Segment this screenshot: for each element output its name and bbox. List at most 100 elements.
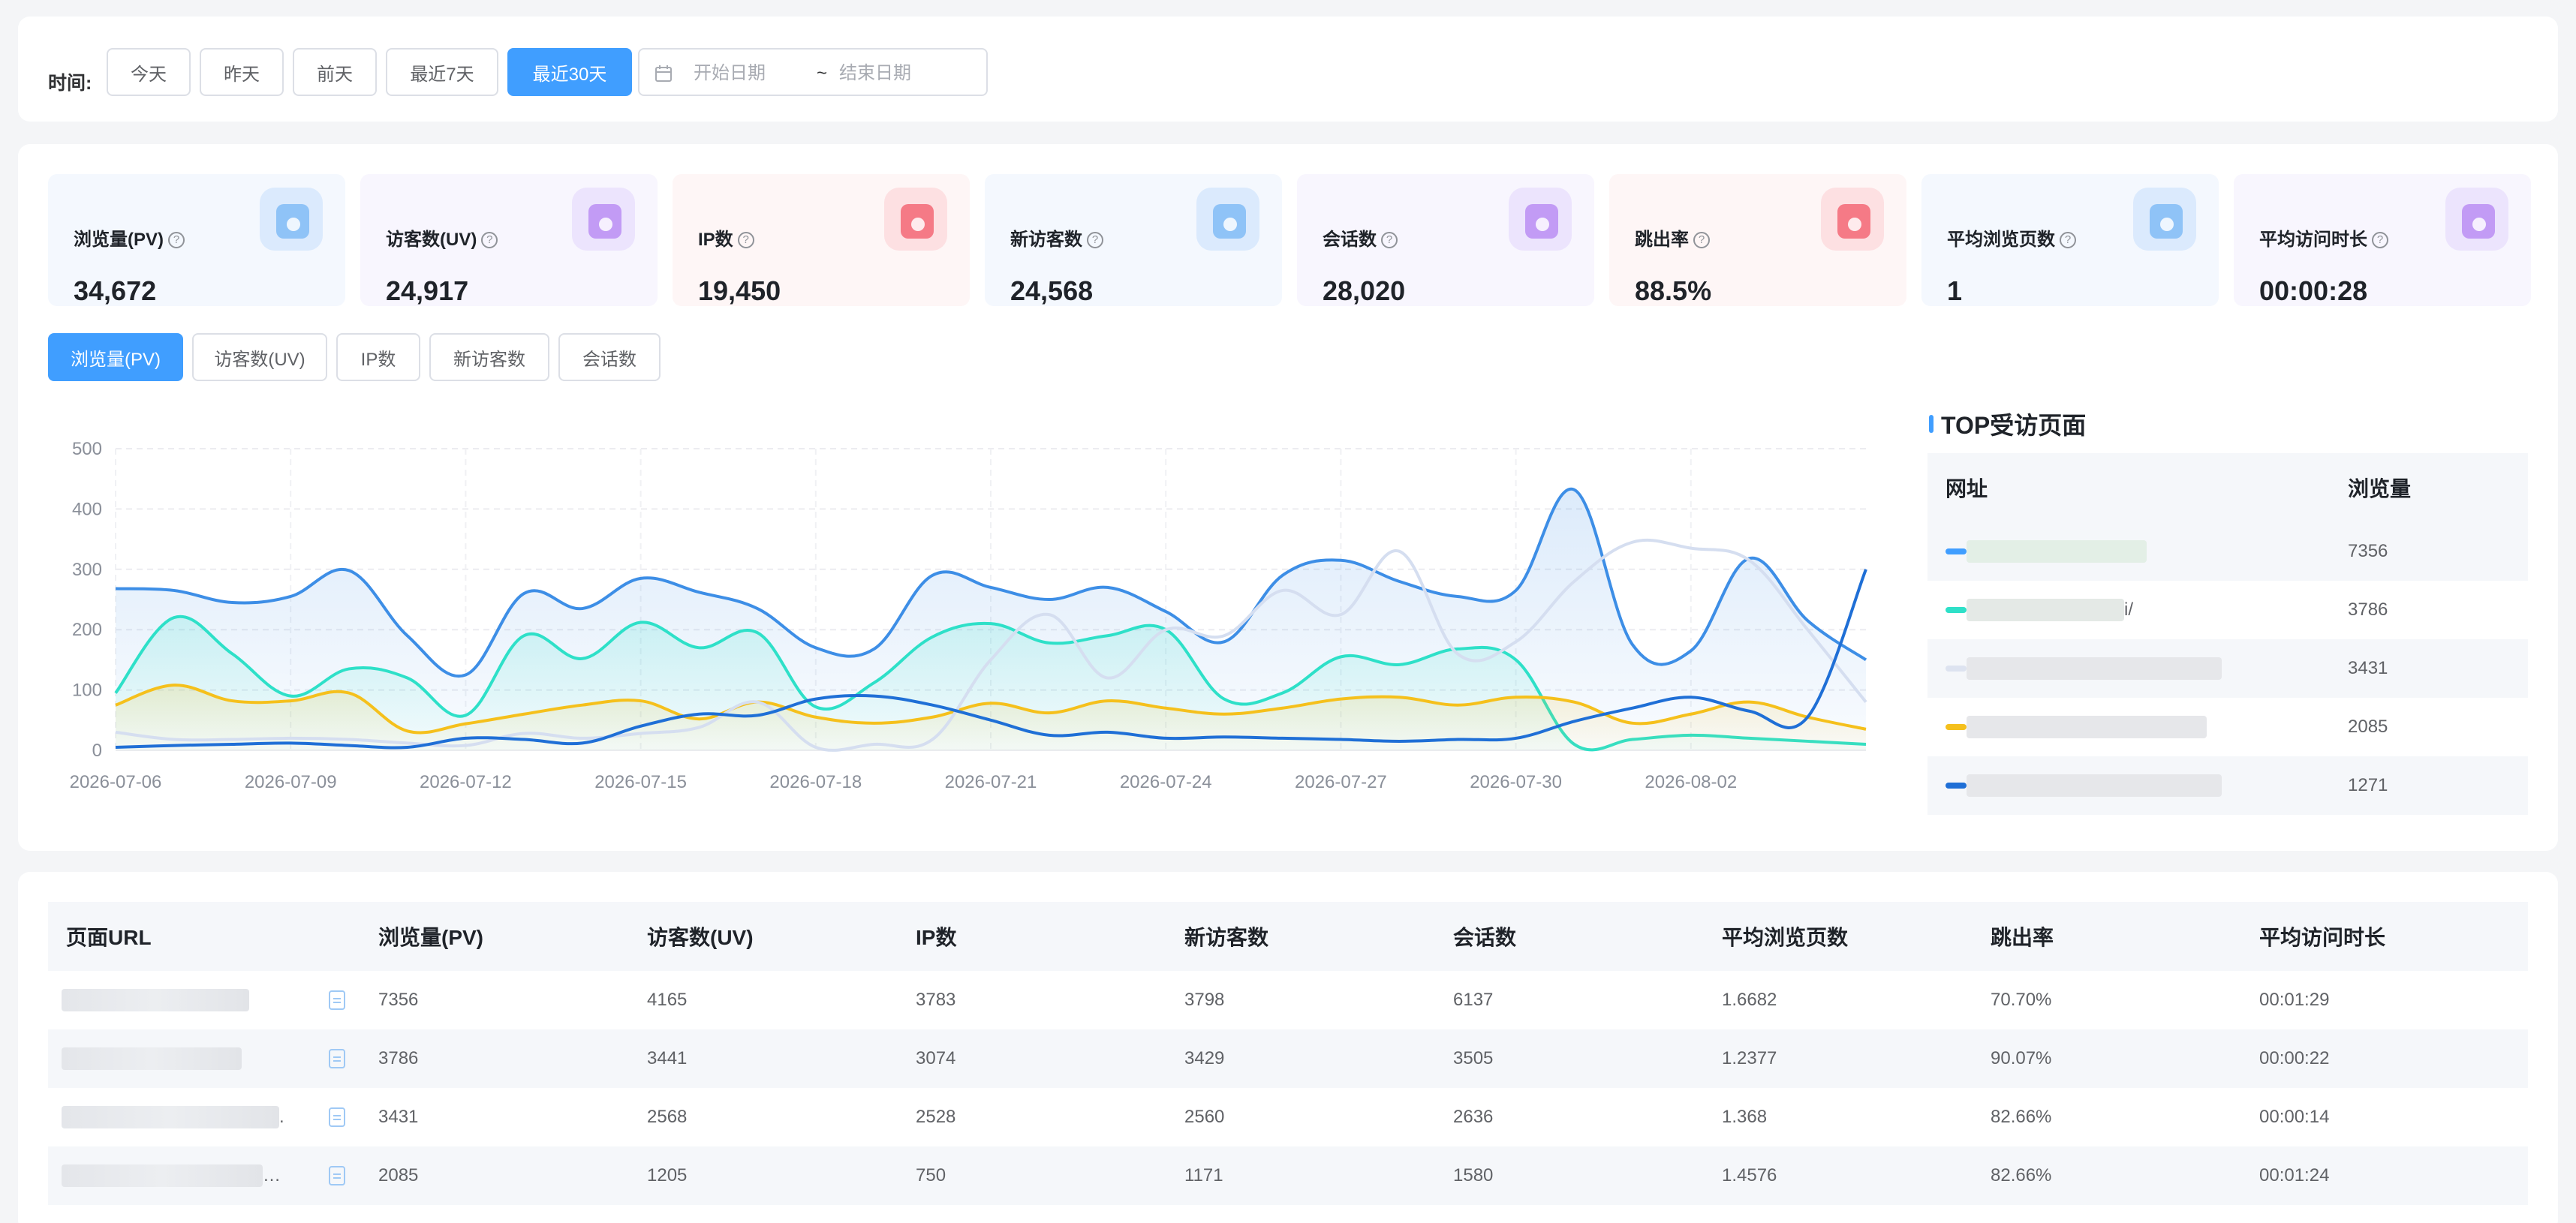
data-point-4: [348, 745, 349, 746]
top-page-row[interactable]: 1271: [1927, 756, 2528, 815]
y-tick-label: 300: [72, 560, 102, 580]
x-tick-label: 2026-08-02: [1645, 772, 1737, 792]
page-url-cell[interactable]: [48, 971, 378, 1029]
top-page-row[interactable]: i/3786: [1927, 581, 2528, 639]
metric-value: 00:00:28: [2259, 275, 2368, 306]
cell-uv: 1205: [647, 1165, 688, 1185]
day-before-button[interactable]: 前天: [293, 48, 377, 96]
data-point-2: [1515, 697, 1516, 698]
document-icon[interactable]: [329, 990, 345, 1010]
table-row[interactable]: . 3431 2568 2528 2560 2636 1.368 82.66% 00:00:14: [48, 1088, 2528, 1146]
cell-avg-pages: 1.368: [1722, 1107, 1768, 1127]
date-range-picker[interactable]: 开始日期 ~ 结束日期: [638, 48, 988, 96]
redacted-url: [62, 1106, 279, 1128]
column-header-ip: IP数: [916, 926, 957, 949]
metric-card-avg-pages: 平均浏览页数? 1: [1921, 174, 2219, 306]
data-point-1: [465, 715, 466, 716]
help-icon[interactable]: ?: [2060, 232, 2076, 248]
redacted-url: [1967, 599, 2124, 621]
redacted-url: [62, 1164, 263, 1187]
today-button[interactable]: 今天: [107, 48, 191, 96]
x-tick-label: 2026-07-09: [245, 772, 337, 792]
table-row[interactable]: … 2085 1205 750 1171 1580 1.4576 82.66% 00:01:24: [48, 1146, 2528, 1205]
start-date-input[interactable]: 开始日期: [694, 65, 766, 83]
top-pages-table: 网址 浏览量 7356 i/3786 3431 2085 1271: [1927, 453, 2528, 815]
data-point-3: [232, 739, 233, 740]
metric-icon-glyph: [2472, 218, 2486, 231]
redacted-url: [62, 1047, 242, 1070]
metric-card-avg-duration: 平均访问时长? 00:00:28: [2234, 174, 2531, 306]
column-header-new-visitors: 新访客数: [1184, 926, 1269, 949]
last-7-days-button[interactable]: 最近7天: [386, 48, 498, 96]
document-icon[interactable]: [329, 1166, 345, 1185]
metric-icon: [2445, 188, 2508, 251]
cell-sessions: 3505: [1453, 1048, 1494, 1068]
top-page-url[interactable]: [1927, 639, 2348, 698]
help-icon[interactable]: ?: [2372, 232, 2388, 248]
trend-chart: 0 100 200 300 400 500 2026-07-06 2026-07-09 2026…: [70, 439, 1867, 792]
page-url-cell[interactable]: [48, 1029, 378, 1088]
data-point-0: [232, 602, 233, 603]
table-row[interactable]: 7356 4165 3783 3798 6137 1.6682 70.70% 00:01:29: [48, 971, 2528, 1029]
document-icon[interactable]: [329, 1049, 345, 1068]
y-tick-label: 100: [72, 681, 102, 701]
metric-label: 平均浏览页数?: [1947, 231, 2076, 249]
column-header-uv: 访客数(UV): [647, 926, 754, 949]
data-point-4: [1690, 697, 1691, 698]
end-date-input[interactable]: 结束日期: [839, 65, 911, 83]
page-url-cell[interactable]: …: [48, 1146, 378, 1205]
page-stats-header: 页面URL 浏览量(PV) 访客数(UV) IP数 新访客数 会话数 平均浏览页数 跳出率 平均…: [48, 902, 2528, 971]
cell-avg-duration: 00:01:29: [2259, 990, 2330, 1010]
data-point-2: [699, 719, 700, 720]
top-page-url[interactable]: i/: [1927, 581, 2348, 639]
x-tick-label: 2026-07-06: [70, 772, 162, 792]
time-filter-card: 时间: 今天 昨天 前天 最近7天 最近30天 开始日期 ~ 结束日期: [18, 17, 2558, 122]
top-page-pv: 1271: [2348, 775, 2388, 795]
data-point-2: [1399, 697, 1400, 698]
pv-column-header: 浏览量: [2348, 477, 2412, 500]
url-suffix: .: [279, 1107, 284, 1127]
data-point-2: [173, 685, 174, 686]
top-page-pv: 2085: [2348, 717, 2388, 737]
cell-uv: 2568: [647, 1107, 688, 1127]
cell-avg-duration: 00:01:24: [2259, 1165, 2330, 1185]
cell-pv: 3431: [378, 1107, 419, 1127]
y-tick-label: 200: [72, 620, 102, 640]
top-page-row[interactable]: 7356: [1927, 522, 2528, 581]
cell-bounce-rate: 70.70%: [1991, 990, 2052, 1010]
redacted-url: [1967, 716, 2207, 738]
yesterday-button[interactable]: 昨天: [200, 48, 284, 96]
data-point-3: [465, 745, 466, 746]
url-suffix: i/: [2124, 599, 2133, 620]
top-page-row[interactable]: 3431: [1927, 639, 2528, 698]
top-page-url[interactable]: [1927, 698, 2348, 756]
redacted-url: [62, 989, 249, 1011]
data-point-4: [1574, 721, 1575, 722]
table-row[interactable]: 3786 3441 3074 3429 3505 1.2377 90.07% 00:00:22: [48, 1029, 2528, 1088]
data-point-4: [1457, 739, 1458, 740]
cell-sessions: 1580: [1453, 1165, 1494, 1185]
data-point-1: [1457, 648, 1458, 649]
column-header-url: 页面URL: [66, 926, 152, 949]
metric-icon-glyph: [2160, 218, 2174, 231]
data-point-2: [1107, 701, 1108, 702]
cell-pv: 2085: [378, 1165, 419, 1185]
cell-ip: 3074: [916, 1048, 956, 1068]
metric-label-text: 平均浏览页数: [1947, 230, 2055, 250]
data-point-3: [640, 733, 641, 734]
last-30-days-button[interactable]: 最近30天: [507, 48, 632, 96]
range-separator: ~: [817, 63, 828, 83]
cell-uv: 4165: [647, 990, 688, 1010]
cell-avg-pages: 1.6682: [1722, 990, 1777, 1010]
document-icon[interactable]: [329, 1107, 345, 1127]
x-tick-label: 2026-07-15: [594, 772, 687, 792]
data-point-3: [699, 727, 700, 728]
data-point-2: [232, 701, 233, 702]
top-page-url[interactable]: [1927, 522, 2348, 581]
top-page-row[interactable]: 2085: [1927, 698, 2528, 756]
data-point-3: [407, 743, 408, 744]
page-url-cell[interactable]: .: [48, 1088, 378, 1146]
top-page-url[interactable]: [1927, 756, 2348, 815]
data-point-0: [757, 608, 758, 609]
page-stats-rows: 7356 4165 3783 3798 6137 1.6682 70.70% 00:01:29…: [48, 971, 2528, 1205]
